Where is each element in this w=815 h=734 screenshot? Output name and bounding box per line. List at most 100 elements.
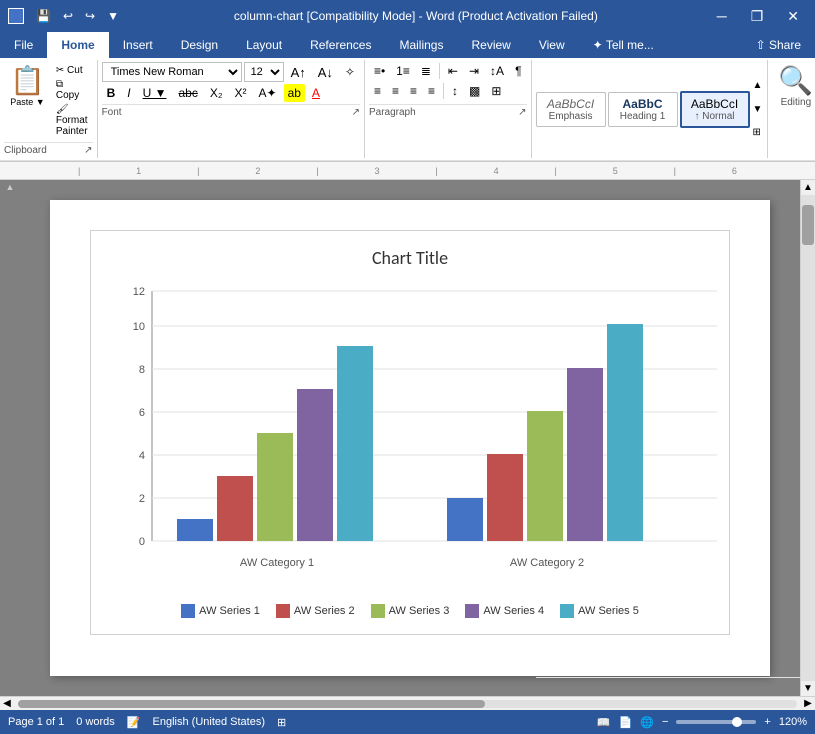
scrollbar-thumb[interactable] xyxy=(802,205,814,245)
tab-view[interactable]: View xyxy=(525,32,579,58)
font-expander[interactable]: ↗ xyxy=(352,107,360,118)
tab-share[interactable]: ⇧ Share xyxy=(742,32,815,58)
style-emphasis[interactable]: AaBbCcI Emphasis xyxy=(536,92,606,127)
justify-button[interactable]: ≡ xyxy=(423,82,440,100)
zoom-slider[interactable] xyxy=(676,720,756,724)
redo-button[interactable]: ↪ xyxy=(81,7,99,25)
paste-button[interactable]: 📋 Paste ▼ xyxy=(4,62,51,140)
increase-font-size-button[interactable]: A↑ xyxy=(286,63,311,82)
clear-formatting-button[interactable]: ✧ xyxy=(340,63,360,81)
style-heading1[interactable]: AaBbC Heading 1 xyxy=(608,92,678,127)
chart-legend: AW Series 1 AW Series 2 AW Series 3 AW S… xyxy=(107,604,713,618)
align-left-button[interactable]: ≡ xyxy=(369,82,386,100)
bar-cat1-s1 xyxy=(177,519,213,541)
text-highlight-button[interactable]: ab xyxy=(284,84,305,102)
decrease-indent-button[interactable]: ⇤ xyxy=(443,62,463,80)
save-button[interactable]: 💾 xyxy=(32,7,55,25)
ribbon-content: 📋 Paste ▼ ✂ Cut ⧉ Copy 🖌 Format Painter … xyxy=(0,58,815,161)
shading-button[interactable]: ▩ xyxy=(464,82,485,100)
tab-tell-me[interactable]: ✦ Tell me... xyxy=(579,32,668,58)
find-button[interactable]: 🔍 xyxy=(778,64,813,97)
cut-button[interactable]: ✂ Cut xyxy=(53,64,91,77)
underline-button[interactable]: U ▼ xyxy=(138,84,172,102)
legend-series1: AW Series 1 xyxy=(181,604,260,618)
style-normal[interactable]: AaBbCcI ↑ Normal xyxy=(680,91,750,128)
tab-layout[interactable]: Layout xyxy=(232,32,296,58)
font-row2: B I U ▼ abc X₂ X² A✦ ab A xyxy=(102,84,360,102)
scroll-down-button[interactable]: ▼ xyxy=(801,681,815,696)
ruler-marks: |1|2| 3|4|5|6 xyxy=(20,166,795,176)
zoom-level[interactable]: 120% xyxy=(779,716,807,728)
scroll-right-button[interactable]: ▶ xyxy=(801,698,815,709)
line-spacing-button[interactable]: ↕ xyxy=(447,82,463,100)
chart-title: Chart Title xyxy=(107,247,713,269)
tab-design[interactable]: Design xyxy=(167,32,232,58)
clipboard-label: Clipboard ↗ xyxy=(4,142,93,156)
tab-mailings[interactable]: Mailings xyxy=(385,32,457,58)
scroll-left-button[interactable]: ◀ xyxy=(0,698,14,709)
scrollbar-track[interactable] xyxy=(801,195,815,681)
copy-button[interactable]: ⧉ Copy xyxy=(53,78,91,102)
window-controls: ─ ❐ ✕ xyxy=(709,6,807,27)
paragraph-group: ≡• 1≡ ≣ ⇤ ⇥ ↕A ¶ ≡ ≡ ≡ ≡ ↕ ▩ ⊞ Paragraph xyxy=(365,60,532,158)
svg-text:AW Category 2: AW Category 2 xyxy=(510,557,584,569)
plus-zoom-button[interactable]: + xyxy=(764,716,770,728)
tab-insert[interactable]: Insert xyxy=(109,32,167,58)
sort-button[interactable]: ↕A xyxy=(485,62,509,80)
h-scroll-thumb[interactable] xyxy=(18,700,485,708)
svg-text:10: 10 xyxy=(133,321,145,333)
styles-scroll-up[interactable]: ▲ xyxy=(752,79,764,92)
vertical-scrollbar[interactable]: ▲ ▼ xyxy=(800,180,815,696)
scroll-up-button[interactable]: ▲ xyxy=(801,180,815,195)
styles-scroll-down[interactable]: ▼ xyxy=(752,103,764,116)
align-right-button[interactable]: ≡ xyxy=(405,82,422,100)
legend-color-s3 xyxy=(371,604,385,618)
print-layout-button[interactable]: 📄 xyxy=(619,716,633,729)
font-row1: Times New Roman 12 A↑ A↓ ✧ xyxy=(102,62,360,82)
undo-button[interactable]: ↩ xyxy=(59,7,77,25)
strikethrough-button[interactable]: abc xyxy=(173,84,202,102)
bar-cat2-s2 xyxy=(487,454,523,541)
font-size-select[interactable]: 12 xyxy=(244,62,284,82)
font-color-button[interactable]: A xyxy=(307,84,325,102)
bullets-button[interactable]: ≡• xyxy=(369,62,390,80)
minus-zoom-button[interactable]: − xyxy=(662,716,668,728)
customize-quick-access-button[interactable]: ▼ xyxy=(103,7,123,25)
align-center-button[interactable]: ≡ xyxy=(387,82,404,100)
format-painter-button[interactable]: 🖌 Format Painter xyxy=(53,103,91,138)
decrease-font-size-button[interactable]: A↓ xyxy=(313,63,338,82)
font-name-select[interactable]: Times New Roman xyxy=(102,62,242,82)
horizontal-scrollbar[interactable]: ◀ ▶ xyxy=(0,696,815,710)
clipboard-expander[interactable]: ↗ xyxy=(84,145,92,156)
tab-references[interactable]: References xyxy=(296,32,385,58)
bar-cat2-s5 xyxy=(607,324,643,541)
tab-home[interactable]: Home xyxy=(47,32,108,58)
legend-label-s3: AW Series 3 xyxy=(389,605,450,617)
increase-indent-button[interactable]: ⇥ xyxy=(464,62,484,80)
subscript-button[interactable]: X₂ xyxy=(205,84,228,102)
h-scroll-track[interactable] xyxy=(18,700,797,708)
styles-more-button[interactable]: ⊞ xyxy=(752,126,764,139)
borders-button[interactable]: ⊞ xyxy=(486,82,506,100)
superscript-button[interactable]: X² xyxy=(230,84,252,102)
bar-cat1-s5 xyxy=(337,346,373,541)
paragraph-expander[interactable]: ↗ xyxy=(518,107,526,118)
read-mode-button[interactable]: 📖 xyxy=(597,716,611,729)
text-effects-button[interactable]: A✦ xyxy=(254,84,282,102)
close-button[interactable]: ✕ xyxy=(779,6,807,27)
document-page: Chart Title 0 2 4 6 xyxy=(50,200,770,676)
restore-button[interactable]: ❐ xyxy=(743,6,772,27)
web-layout-button[interactable]: 🌐 xyxy=(640,716,654,729)
multilevel-list-button[interactable]: ≣ xyxy=(416,62,436,80)
tab-file[interactable]: File xyxy=(0,32,47,58)
numbering-button[interactable]: 1≡ xyxy=(391,62,415,80)
font-group-label: Font ↗ xyxy=(102,104,360,118)
chart-container[interactable]: Chart Title 0 2 4 6 xyxy=(90,230,730,635)
tab-review[interactable]: Review xyxy=(457,32,524,58)
zoom-thumb[interactable] xyxy=(732,717,742,727)
bold-button[interactable]: B xyxy=(102,84,121,102)
show-formatting-button[interactable]: ¶ xyxy=(510,62,526,80)
minimize-button[interactable]: ─ xyxy=(709,6,735,27)
italic-button[interactable]: I xyxy=(122,84,135,102)
document-scroll-area[interactable]: Chart Title 0 2 4 6 xyxy=(20,180,800,696)
